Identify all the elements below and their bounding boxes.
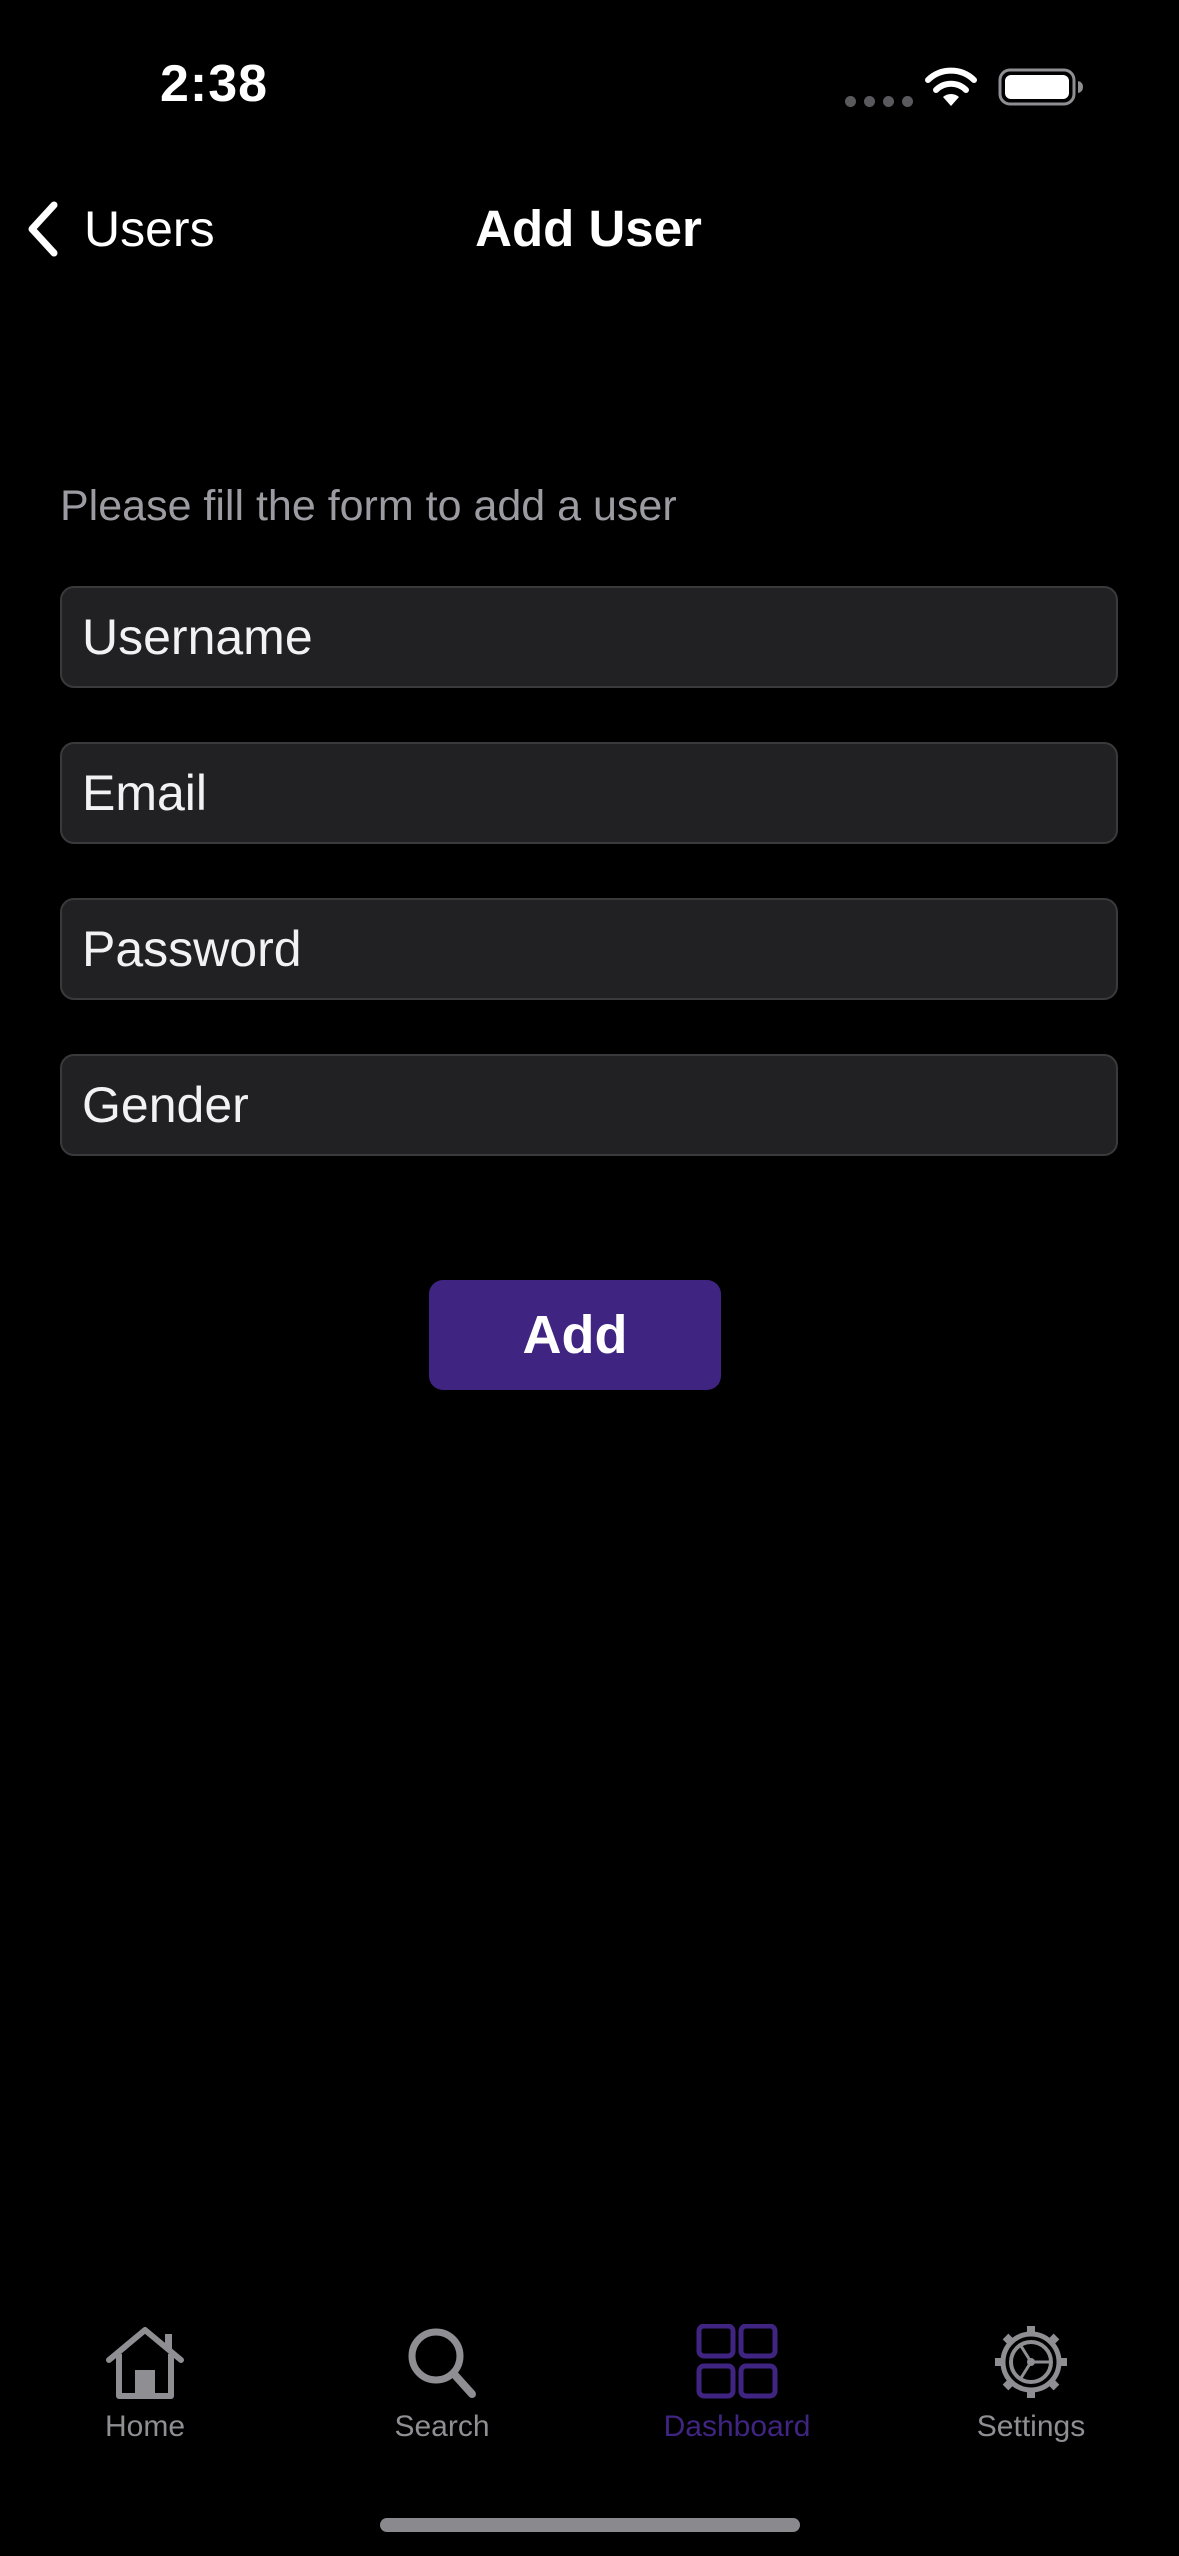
password-input[interactable] (62, 900, 1116, 998)
add-button[interactable]: Add (429, 1280, 721, 1390)
gear-icon (995, 2326, 1067, 2398)
username-field-container (60, 586, 1118, 688)
tab-settings[interactable]: Settings (911, 2324, 1151, 2454)
page-title: Add User (0, 194, 1179, 264)
house-icon (106, 2327, 184, 2399)
tab-dashboard-label: Dashboard (663, 2410, 811, 2443)
form-subtitle: Please fill the form to add a user (60, 482, 677, 530)
password-field-container (60, 898, 1118, 1000)
battery-icon (998, 68, 1083, 106)
tab-search-label: Search (394, 2410, 490, 2443)
email-field-container (60, 742, 1118, 844)
grid-icon (696, 2324, 778, 2399)
tab-settings-label: Settings (976, 2410, 1086, 2443)
tab-home[interactable]: Home (25, 2324, 265, 2454)
navigation-bar: Users Add User (0, 180, 1179, 276)
email-input[interactable] (62, 744, 1116, 842)
cellular-signal-icon (845, 96, 913, 107)
wifi-icon (925, 67, 977, 106)
magnifier-icon (408, 2328, 476, 2398)
tab-dashboard[interactable]: Dashboard (617, 2324, 857, 2454)
username-input[interactable] (62, 588, 1116, 686)
tab-bar: Home Search Dashboard Settings (0, 2300, 1179, 2460)
tab-home-label: Home (104, 2410, 186, 2443)
gender-input[interactable] (62, 1056, 1116, 1154)
page-title-text: Add User (475, 200, 702, 257)
home-indicator[interactable] (380, 2518, 800, 2532)
status-time: 2:38 (160, 55, 269, 113)
status-bar: 2:38 (0, 0, 1179, 150)
tab-search[interactable]: Search (322, 2324, 562, 2454)
gender-field-container (60, 1054, 1118, 1156)
